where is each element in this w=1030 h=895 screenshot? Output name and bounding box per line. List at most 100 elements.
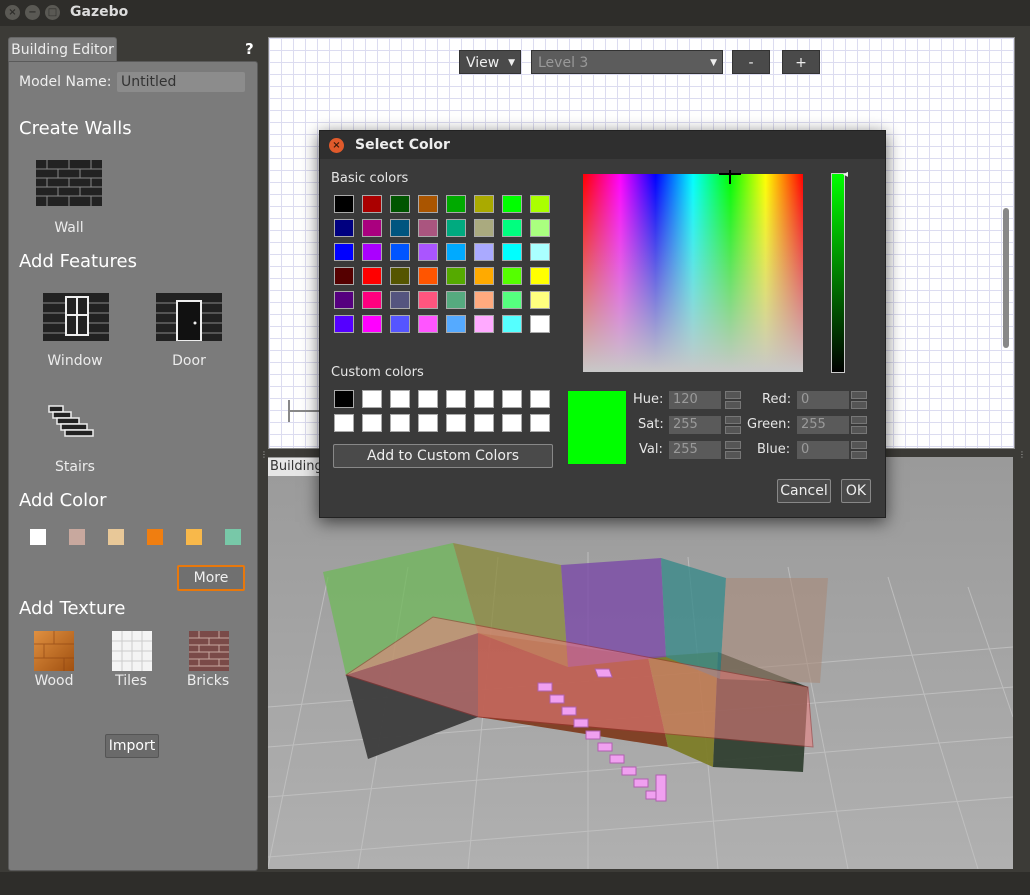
custom-color-cell[interactable] bbox=[446, 390, 466, 408]
basic-color-cell[interactable] bbox=[334, 315, 354, 333]
tiles-texture-icon[interactable] bbox=[112, 631, 152, 671]
basic-color-cell[interactable] bbox=[362, 315, 382, 333]
basic-color-cell[interactable] bbox=[530, 243, 550, 261]
view-dropdown[interactable]: View ▼ bbox=[459, 50, 521, 74]
wood-texture-icon[interactable] bbox=[34, 631, 74, 671]
basic-color-cell[interactable] bbox=[362, 243, 382, 261]
basic-color-cell[interactable] bbox=[334, 243, 354, 261]
basic-color-cell[interactable] bbox=[390, 195, 410, 213]
hue-spin-arrows[interactable] bbox=[725, 391, 741, 409]
basic-color-cell[interactable] bbox=[362, 267, 382, 285]
custom-color-cell[interactable] bbox=[418, 414, 438, 432]
val-spinbox[interactable]: 255 bbox=[669, 441, 721, 459]
close-icon[interactable]: × bbox=[5, 5, 20, 20]
basic-color-cell[interactable] bbox=[418, 243, 438, 261]
add-to-custom-colors-button[interactable]: Add to Custom Colors bbox=[333, 444, 553, 468]
basic-color-cell[interactable] bbox=[474, 243, 494, 261]
basic-color-cell[interactable] bbox=[362, 291, 382, 309]
custom-color-cell[interactable] bbox=[502, 390, 522, 408]
splitter-handle-left[interactable]: ⋮ bbox=[260, 450, 268, 460]
red-spin-arrows[interactable] bbox=[851, 391, 867, 409]
custom-color-cell[interactable] bbox=[362, 390, 382, 408]
custom-color-cell[interactable] bbox=[474, 414, 494, 432]
3d-viewport[interactable] bbox=[268, 457, 1013, 869]
add-level-button[interactable]: + bbox=[782, 50, 820, 74]
basic-color-cell[interactable] bbox=[530, 195, 550, 213]
cancel-button[interactable]: Cancel bbox=[777, 479, 831, 503]
basic-color-cell[interactable] bbox=[390, 315, 410, 333]
basic-color-cell[interactable] bbox=[362, 219, 382, 237]
editor-scrollbar[interactable] bbox=[1003, 208, 1009, 348]
sat-spinbox[interactable]: 255 bbox=[669, 416, 721, 434]
basic-color-cell[interactable] bbox=[502, 315, 522, 333]
stairs-icon[interactable] bbox=[47, 404, 95, 438]
custom-color-cell[interactable] bbox=[530, 414, 550, 432]
basic-color-cell[interactable] bbox=[418, 195, 438, 213]
basic-color-cell[interactable] bbox=[530, 291, 550, 309]
basic-color-cell[interactable] bbox=[390, 267, 410, 285]
basic-color-cell[interactable] bbox=[502, 267, 522, 285]
basic-color-cell[interactable] bbox=[446, 195, 466, 213]
basic-color-cell[interactable] bbox=[334, 195, 354, 213]
blue-spinbox[interactable]: 0 bbox=[797, 441, 849, 459]
basic-color-cell[interactable] bbox=[446, 291, 466, 309]
color-swatch[interactable] bbox=[30, 529, 46, 545]
door-icon[interactable] bbox=[156, 293, 222, 341]
basic-color-cell[interactable] bbox=[418, 291, 438, 309]
window-icon[interactable] bbox=[43, 293, 109, 341]
wall-icon[interactable] bbox=[36, 160, 102, 206]
tab-building-3d[interactable]: Building bbox=[268, 458, 324, 476]
model-name-input[interactable]: Untitled bbox=[117, 72, 245, 92]
bricks-texture-icon[interactable] bbox=[189, 631, 229, 671]
custom-color-cell[interactable] bbox=[334, 390, 354, 408]
close-icon[interactable]: × bbox=[329, 138, 344, 153]
custom-color-cell[interactable] bbox=[390, 414, 410, 432]
remove-level-button[interactable]: - bbox=[732, 50, 770, 74]
splitter-handle-right[interactable]: ⋮ bbox=[1018, 450, 1026, 460]
custom-color-cell[interactable] bbox=[334, 414, 354, 432]
help-button[interactable]: ? bbox=[245, 40, 254, 58]
basic-color-cell[interactable] bbox=[418, 315, 438, 333]
basic-color-cell[interactable] bbox=[334, 267, 354, 285]
basic-color-cell[interactable] bbox=[502, 291, 522, 309]
basic-color-cell[interactable] bbox=[418, 267, 438, 285]
basic-color-cell[interactable] bbox=[446, 243, 466, 261]
color-swatch[interactable] bbox=[108, 529, 124, 545]
basic-color-cell[interactable] bbox=[390, 291, 410, 309]
custom-color-cell[interactable] bbox=[502, 414, 522, 432]
basic-color-cell[interactable] bbox=[530, 315, 550, 333]
green-spinbox[interactable]: 255 bbox=[797, 416, 849, 434]
basic-color-cell[interactable] bbox=[362, 195, 382, 213]
value-slider-handle-icon[interactable]: ◂ bbox=[843, 169, 848, 180]
basic-color-cell[interactable] bbox=[334, 219, 354, 237]
basic-color-cell[interactable] bbox=[446, 267, 466, 285]
maximize-icon[interactable]: □ bbox=[45, 5, 60, 20]
custom-color-cell[interactable] bbox=[446, 414, 466, 432]
custom-color-cell[interactable] bbox=[390, 390, 410, 408]
hue-spinbox[interactable]: 120 bbox=[669, 391, 721, 409]
blue-spin-arrows[interactable] bbox=[851, 441, 867, 459]
val-spin-arrows[interactable] bbox=[725, 441, 741, 459]
basic-color-cell[interactable] bbox=[418, 219, 438, 237]
color-swatch[interactable] bbox=[186, 529, 202, 545]
basic-color-cell[interactable] bbox=[390, 243, 410, 261]
basic-color-cell[interactable] bbox=[530, 267, 550, 285]
color-swatch[interactable] bbox=[69, 529, 85, 545]
level-dropdown[interactable]: Level 3 ▼ bbox=[531, 50, 723, 74]
basic-color-cell[interactable] bbox=[334, 291, 354, 309]
tab-building-editor[interactable]: Building Editor bbox=[8, 37, 117, 62]
basic-color-cell[interactable] bbox=[502, 219, 522, 237]
basic-color-cell[interactable] bbox=[474, 267, 494, 285]
ok-button[interactable]: OK bbox=[841, 479, 871, 503]
basic-color-cell[interactable] bbox=[474, 219, 494, 237]
basic-color-cell[interactable] bbox=[502, 243, 522, 261]
basic-color-cell[interactable] bbox=[446, 315, 466, 333]
color-swatch[interactable] bbox=[147, 529, 163, 545]
basic-color-cell[interactable] bbox=[502, 195, 522, 213]
red-spinbox[interactable]: 0 bbox=[797, 391, 849, 409]
sat-spin-arrows[interactable] bbox=[725, 416, 741, 434]
basic-color-cell[interactable] bbox=[446, 219, 466, 237]
value-slider[interactable] bbox=[831, 173, 845, 373]
custom-color-cell[interactable] bbox=[474, 390, 494, 408]
hue-saturation-picker[interactable] bbox=[583, 174, 803, 372]
